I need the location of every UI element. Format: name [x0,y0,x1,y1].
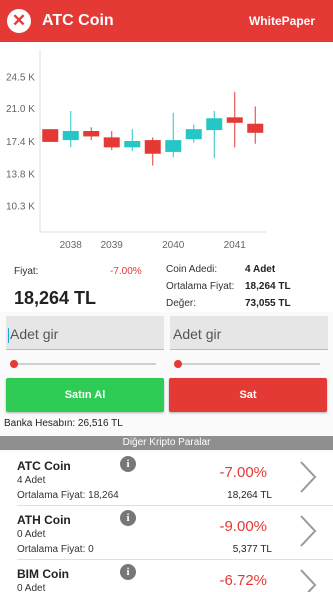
coin-name: BIM Coin [17,567,69,581]
buy-quantity-input[interactable]: Adet gir [6,316,164,350]
info-icon[interactable]: i [120,456,136,472]
coin-amount: 0 Adet [17,529,46,540]
price-change: -7.00% [110,266,142,277]
candle-body [247,123,264,133]
chevron-right-icon[interactable] [293,459,321,495]
sell-quantity-input[interactable]: Adet gir [170,316,328,350]
current-price: 18,264 TL [14,288,97,308]
average-price-label: Ortalama Fiyat: [166,281,235,292]
price-label: Fiyat: [14,266,39,277]
coin-count-label: Coin Adedi: [166,264,218,275]
candlestick-chart: 24.5 K 21.0 K 17.4 K 13.8 K 10.3 K 2038 2039 20… [6,50,266,251]
x-tick-label: 2039 [101,240,124,251]
candle-body [226,117,243,123]
candle-body [206,118,223,131]
y-tick-label: 21.0 K [6,104,35,115]
sell-slider-track[interactable] [178,363,320,365]
coin-change: -9.00% [219,518,267,535]
coin-row-bim[interactable]: BIM Coin i 0 Adet -6.72% [0,560,333,592]
page-title: ATC Coin [42,12,114,29]
coin-average-price: Ortalama Fiyat: 18,264 [17,490,119,501]
x-tick-label: 2040 [162,240,185,251]
candle-body [124,141,141,148]
holding-value-label: Değer: [166,298,197,309]
candle-body [62,130,79,141]
candle-body [42,129,59,142]
coin-row-atc[interactable]: ATC Coin i 4 Adet Ortalama Fiyat: 18,264… [0,452,333,506]
chevron-right-icon[interactable] [293,567,321,592]
buy-quantity-placeholder: Adet gir [10,326,59,342]
y-tick-label: 24.5 K [6,72,35,83]
y-tick-label: 13.8 K [6,170,35,181]
candle-body [83,130,100,137]
info-icon[interactable]: i [120,510,136,526]
coin-change: -7.00% [219,464,267,481]
candle-body [165,140,182,152]
buy-slider-thumb[interactable] [10,360,18,368]
close-icon[interactable]: ✕ [7,9,31,33]
x-tick-label: 2038 [60,240,83,251]
coin-value: 18,264 TL [227,490,272,501]
x-tick-label: 2041 [224,240,247,251]
coin-name: ATC Coin [17,459,71,473]
info-icon[interactable]: i [120,564,136,580]
coin-change: -6.72% [219,572,267,589]
sell-quantity-placeholder: Adet gir [173,326,222,342]
candle-body [144,140,161,154]
chevron-right-icon[interactable] [293,513,321,549]
candle-body [103,137,120,148]
bank-balance: Banka Hesabın: 26,516 TL [4,418,123,429]
coin-average-price: Ortalama Fiyat: 0 [17,544,94,555]
coin-name: ATH Coin [17,513,71,527]
coin-value: 5,377 TL [232,544,272,555]
other-crypto-header: Diğer Kripto Paralar [0,436,333,450]
whitepaper-link[interactable]: WhitePaper [249,14,315,28]
sell-button[interactable]: Sat [169,378,327,412]
app-header: ✕ ATC Coin WhitePaper [0,0,333,42]
sell-slider-thumb[interactable] [174,360,182,368]
buy-slider-track[interactable] [14,363,156,365]
holding-value: 73,055 TL [245,298,291,309]
price-chart: 24.5 K 21.0 K 17.4 K 13.8 K 10.3 K 2038 2039 20… [0,42,333,258]
coin-row-ath[interactable]: ATH Coin i 0 Adet Ortalama Fiyat: 0 -9.0… [0,506,333,560]
coin-amount: 0 Adet [17,583,46,592]
text-cursor [8,327,9,343]
candle-body [185,129,202,140]
y-tick-label: 10.3 K [6,202,35,213]
coin-count-value: 4 Adet [245,264,276,275]
buy-button[interactable]: Satın Al [6,378,164,412]
coin-amount: 4 Adet [17,475,46,486]
average-price-value: 18,264 TL [245,281,291,292]
y-tick-label: 17.4 K [6,137,35,148]
